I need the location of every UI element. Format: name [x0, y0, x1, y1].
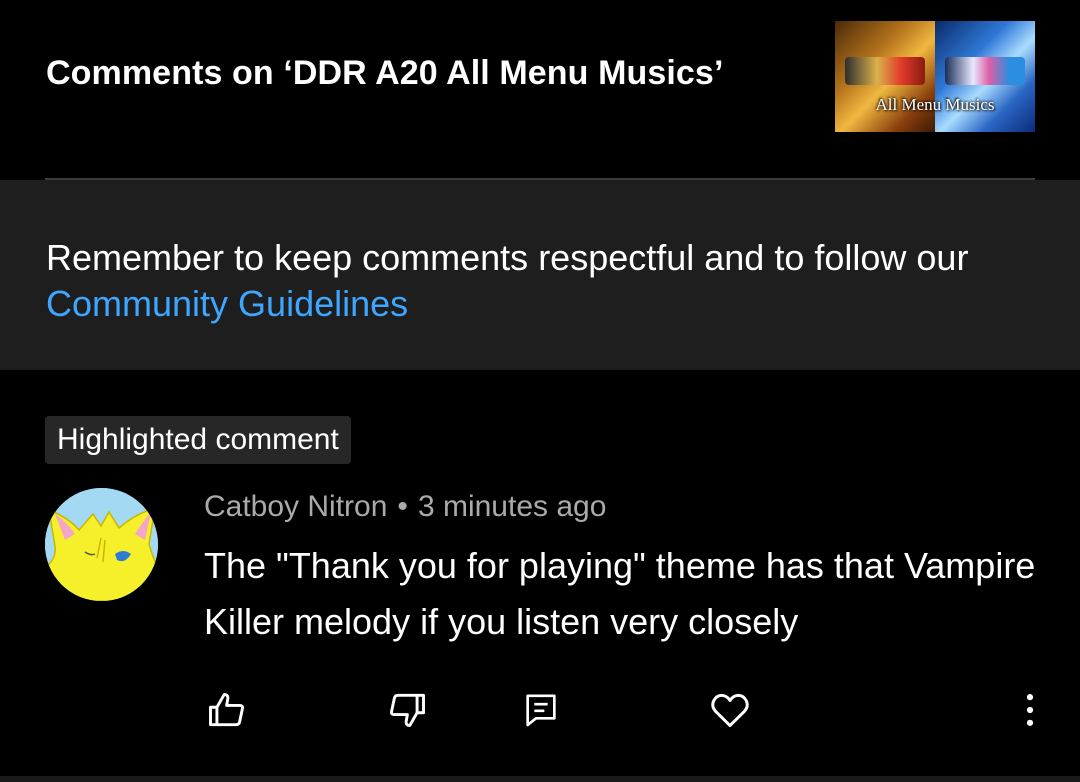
thumbs-up-icon — [209, 692, 244, 727]
more-vert-icon — [1026, 694, 1034, 726]
page-title: Comments on ‘DDR A20 All Menu Musics’ — [46, 54, 724, 92]
reply-icon — [526, 694, 556, 727]
notice-text: Remember to keep comments respectful and… — [46, 237, 969, 278]
dislike-button[interactable] — [383, 686, 431, 734]
thumbs-down-icon — [390, 693, 425, 728]
heart-icon — [711, 693, 749, 728]
comment-author[interactable]: Catboy Nitron — [204, 490, 387, 523]
thumbnail-logo-left — [845, 57, 925, 85]
avatar[interactable] — [45, 488, 158, 601]
like-button[interactable] — [203, 686, 251, 734]
highlighted-comment-chip: Highlighted comment — [45, 416, 351, 464]
community-guidelines-link[interactable]: Community Guidelines — [46, 283, 408, 324]
reply-button[interactable] — [517, 686, 565, 734]
thumbnail-logo-right — [945, 57, 1025, 85]
thumbnail-caption: All Menu Musics — [875, 95, 995, 114]
bottom-divider — [0, 776, 1080, 782]
comment-time: 3 minutes ago — [417, 490, 607, 523]
meta-separator: • — [397, 490, 408, 523]
comments-header: Comments on ‘DDR A20 All Menu Musics’ Al… — [0, 0, 1080, 178]
avatar-image — [45, 488, 158, 601]
guidelines-notice: Remember to keep comments respectful and… — [0, 180, 1080, 370]
heart-button[interactable] — [706, 686, 754, 734]
video-thumbnail[interactable]: All Menu Musics — [835, 21, 1035, 132]
comment-meta: Catboy Nitron • 3 minutes ago — [204, 490, 606, 524]
more-options-button[interactable] — [1006, 686, 1054, 734]
notice-text-block: Remember to keep comments respectful and… — [46, 235, 1036, 327]
comment-text: The "Thank you for playing" theme has th… — [204, 545, 1036, 642]
